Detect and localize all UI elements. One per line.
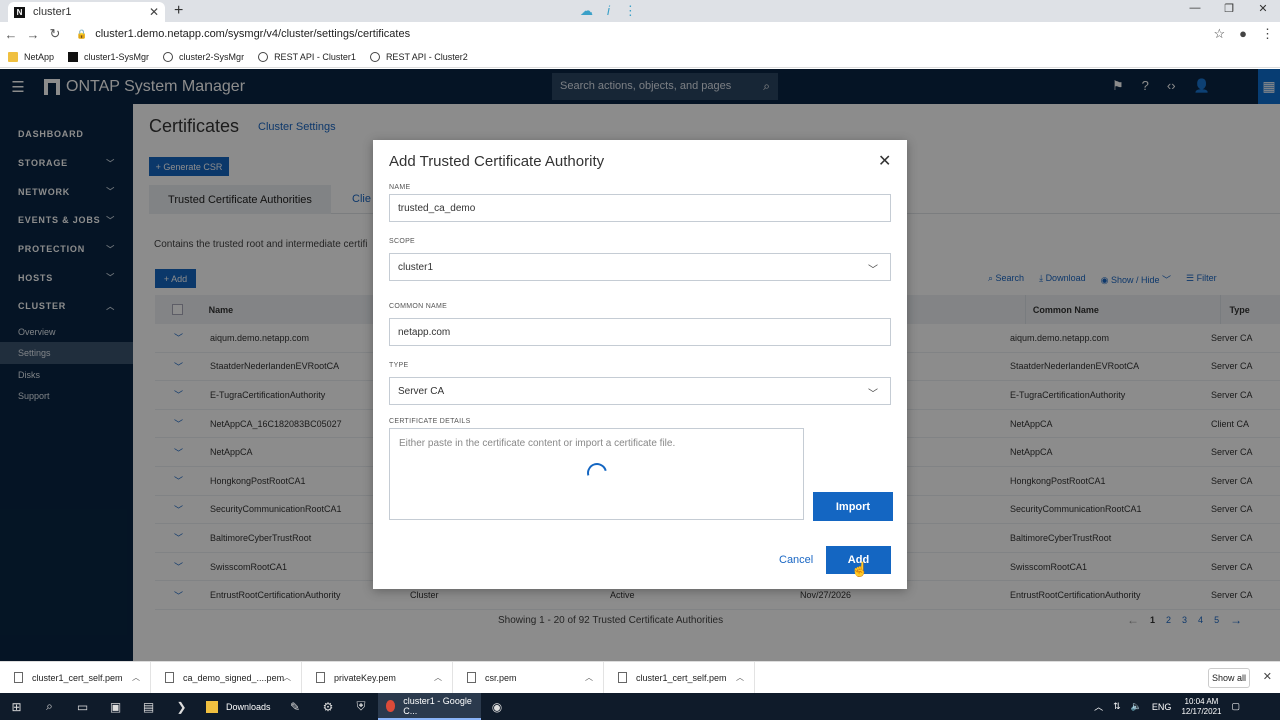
certificate-details-label: CERTIFICATE DETAILS [389, 418, 471, 425]
show-all-button[interactable]: Show all [1208, 668, 1250, 688]
file-icon [316, 672, 325, 683]
chevron-down-icon: ﹀ [868, 265, 878, 276]
clock-date: 12/17/2021 [1181, 706, 1222, 716]
pointer-cursor-icon: ☝ [851, 561, 869, 577]
type-label: TYPE [389, 362, 409, 369]
chevron-up-icon[interactable]: ︿ [736, 672, 744, 683]
language-indicator[interactable]: ENG [1152, 702, 1172, 712]
firefox-icon[interactable]: ◉ [481, 700, 514, 714]
notepad-icon[interactable]: ✎ [279, 700, 312, 714]
shield-icon[interactable]: ⛨ [345, 699, 378, 714]
terminal-icon[interactable]: ▤ [132, 700, 165, 714]
scope-select[interactable]: cluster1 ﹀ [389, 253, 891, 281]
chevron-down-icon: ﹀ [868, 389, 878, 400]
close-icon[interactable]: ✕ [878, 151, 891, 171]
window-controls: — ❐ ✕ [1178, 2, 1280, 15]
browser-menu-icon[interactable]: ⋮ [1261, 26, 1274, 42]
bookmarks-bar: NetApp cluster1-SysMgr cluster2-SysMgr R… [0, 46, 1280, 68]
task-view-icon[interactable]: ▭ [66, 700, 99, 714]
cancel-button[interactable]: Cancel [779, 554, 813, 566]
extension-cloud-icon[interactable]: ☁ [580, 3, 593, 19]
back-icon[interactable]: ← [0, 27, 22, 42]
bookmark-rest-api-cluster1[interactable]: REST API - Cluster1 [258, 51, 356, 62]
minimize-icon[interactable]: — [1178, 2, 1212, 15]
chevron-up-icon[interactable]: ︿ [434, 672, 442, 683]
network-tool-icon[interactable]: ⚙ [312, 700, 345, 714]
system-tray: ︿ ⇅ 🔈 ENG 10:04 AM 12/17/2021 ▢ [1094, 693, 1240, 720]
type-select[interactable]: Server CA ﹀ [389, 377, 891, 405]
tab-close-icon[interactable]: ✕ [149, 5, 159, 19]
chevron-up-icon[interactable]: ︿ [132, 672, 140, 683]
bookmark-cluster1-sysmgr[interactable]: cluster1-SysMgr [68, 51, 149, 62]
windows-start-icon[interactable]: ⊞ [0, 700, 33, 714]
tray-chevron-icon[interactable]: ︿ [1094, 700, 1103, 713]
browser-tab[interactable]: N cluster1 ✕ [8, 2, 165, 22]
globe-icon [163, 51, 174, 62]
volume-icon[interactable]: 🔈 [1131, 701, 1142, 712]
lock-icon: 🔒 [76, 28, 88, 39]
taskbar-downloads[interactable]: Downloads [198, 693, 279, 720]
bookmark-netapp[interactable]: NetApp [8, 51, 54, 62]
url-field[interactable]: 🔒 cluster1.demo.netapp.com/sysmgr/v4/clu… [76, 28, 410, 40]
chevron-up-icon[interactable]: ︿ [283, 672, 291, 683]
clock[interactable]: 10:04 AM 12/17/2021 [1181, 697, 1221, 717]
netapp-icon [68, 51, 79, 62]
name-label: NAME [389, 184, 411, 191]
taskbar-chrome[interactable]: cluster1 - Google C... [377, 693, 481, 720]
chevron-up-icon[interactable]: ︿ [585, 672, 593, 683]
globe-icon [369, 51, 380, 62]
globe-icon [258, 51, 269, 62]
powershell-icon[interactable]: ❯ [165, 700, 198, 714]
netapp-favicon-icon: N [14, 6, 25, 18]
download-item[interactable]: ca_demo_signed_....pem ︿ [151, 661, 302, 694]
address-bar-row: ← → ↻ 🔒 cluster1.demo.netapp.com/sysmgr/… [0, 22, 1280, 46]
download-item[interactable]: csr.pem ︿ [453, 661, 604, 694]
common-name-label: COMMON NAME [389, 303, 448, 310]
extension-info-icon[interactable]: i [607, 3, 610, 19]
profile-icon[interactable]: ● [1239, 26, 1247, 42]
close-downloads-icon[interactable]: ✕ [1263, 670, 1272, 683]
download-item[interactable]: cluster1_cert_self.pem ︿ [604, 661, 755, 694]
download-item[interactable]: cluster1_cert_self.pem ︿ [0, 661, 151, 694]
url-text: cluster1.demo.netapp.com/sysmgr/v4/clust… [95, 28, 411, 40]
file-icon [618, 672, 627, 683]
bookmark-star-icon[interactable]: ☆ [1213, 26, 1225, 42]
bookmark-cluster2-sysmgr[interactable]: cluster2-SysMgr [163, 51, 244, 62]
file-icon [467, 672, 476, 683]
file-icon [165, 672, 174, 683]
network-icon[interactable]: ⇅ [1113, 701, 1121, 712]
folder-icon [8, 51, 18, 62]
search-icon[interactable]: ⌕ [33, 699, 66, 714]
extension-icons: ☁ i ⋮ [580, 3, 637, 19]
import-button[interactable]: Import [813, 492, 893, 521]
dialog-title: Add Trusted Certificate Authority [389, 153, 605, 170]
common-name-field[interactable]: netapp.com [389, 318, 891, 346]
clock-time: 10:04 AM [1184, 696, 1219, 706]
scope-label: SCOPE [389, 238, 416, 245]
app-icon[interactable]: ▣ [99, 700, 132, 714]
taskbar: ⊞ ⌕ ▭ ▣ ▤ ❯ Downloads ✎ ⚙ ⛨ cluster1 - G… [0, 693, 1280, 720]
reload-icon[interactable]: ↻ [44, 26, 66, 42]
downloads-bar: cluster1_cert_self.pem ︿ ca_demo_signed_.… [0, 661, 1280, 694]
restore-icon[interactable]: ❐ [1212, 2, 1246, 15]
extension-menu-icon[interactable]: ⋮ [624, 3, 637, 19]
window-close-icon[interactable]: ✕ [1246, 2, 1280, 15]
file-icon [14, 672, 23, 683]
browser-tab-bar [0, 0, 1280, 22]
tab-title: cluster1 [33, 6, 72, 18]
name-field[interactable]: trusted_ca_demo [389, 194, 891, 222]
notification-icon[interactable]: ▢ [1231, 701, 1240, 712]
chrome-icon [385, 699, 396, 712]
download-item[interactable]: privateKey.pem ︿ [302, 661, 453, 694]
bookmark-rest-api-cluster2[interactable]: REST API - Cluster2 [369, 51, 468, 62]
forward-icon[interactable]: → [22, 27, 44, 42]
new-tab-icon[interactable]: + [174, 2, 183, 20]
folder-icon [206, 700, 218, 713]
